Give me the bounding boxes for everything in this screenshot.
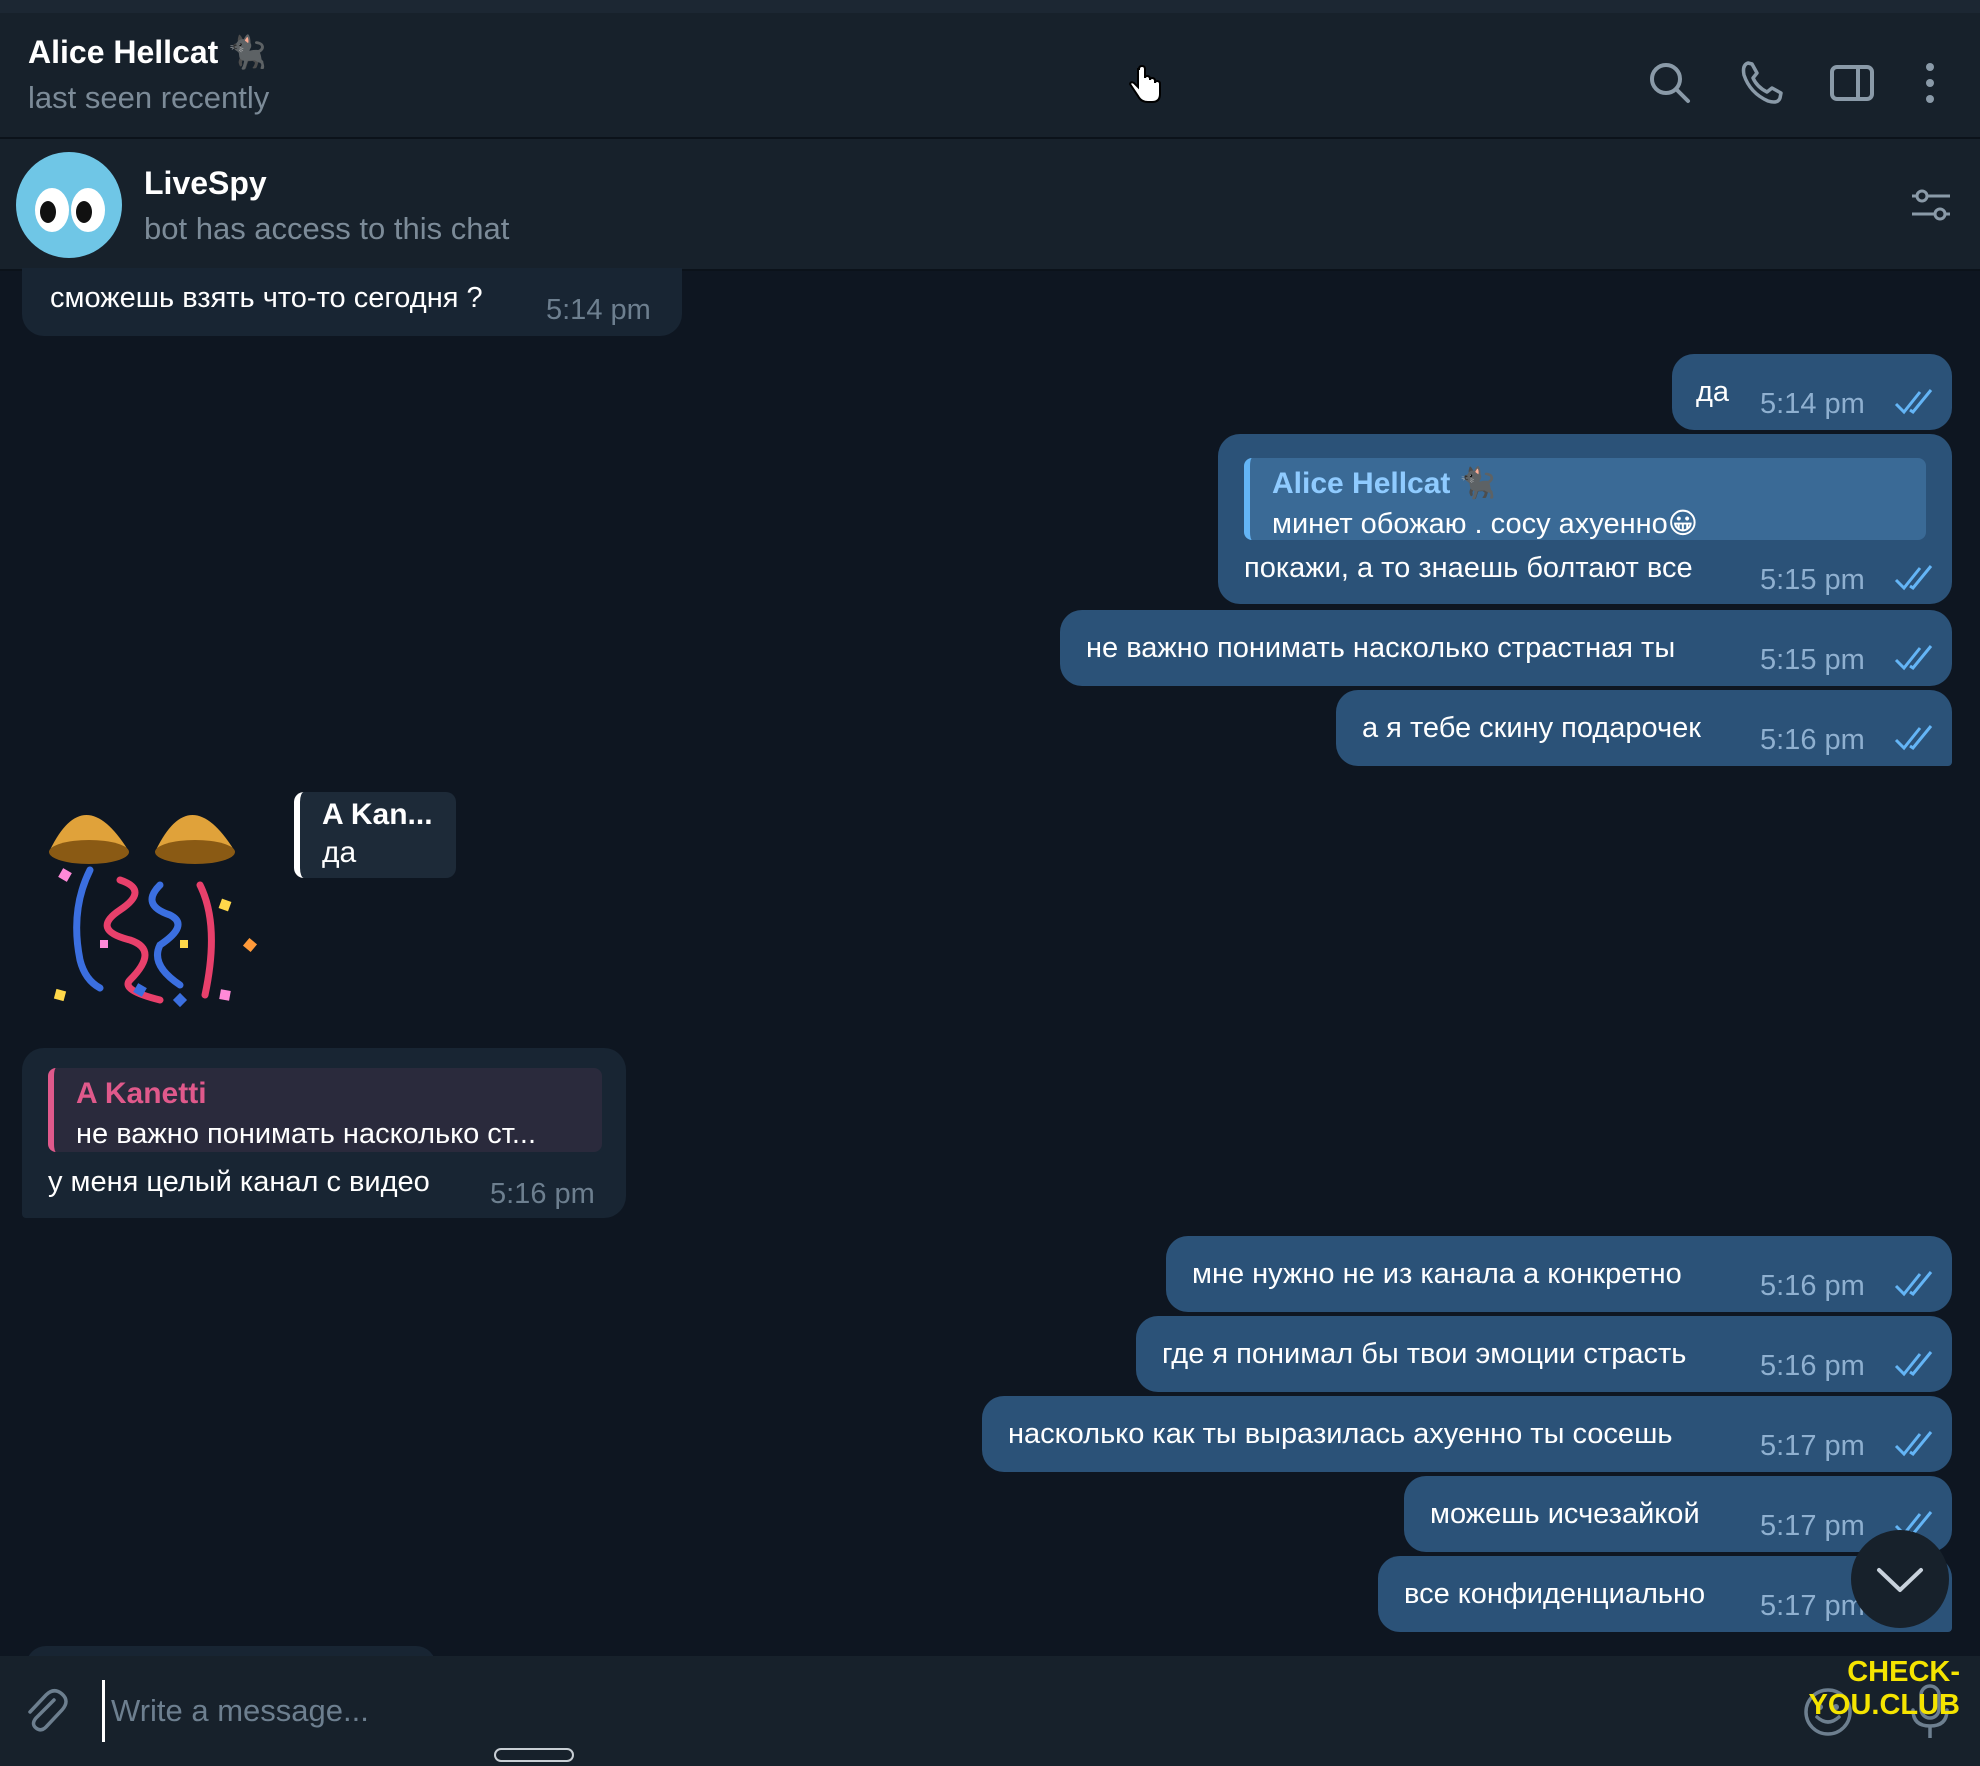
message-outgoing[interactable]: да 5:14 pm xyxy=(1672,354,1952,430)
message-outgoing[interactable]: насколько как ты выразилась ахуенно ты с… xyxy=(982,1396,1952,1472)
message-outgoing[interactable]: где я понимал бы твои эмоции страсть 5:1… xyxy=(1136,1316,1952,1392)
message-time: 5:14 pm xyxy=(1760,388,1865,420)
bot-name: LiveSpy xyxy=(144,165,267,201)
message-text: покажи, а то знаешь болтают все xyxy=(1244,552,1693,584)
chat-title[interactable]: Alice Hellcat 🐈‍⬛ xyxy=(28,33,267,71)
double-check-icon xyxy=(1894,725,1933,751)
reply-author: A Kan... xyxy=(322,798,433,831)
message-text: мне нужно не из канала а конкретно xyxy=(1192,1258,1682,1290)
bot-subtitle: bot has access to this chat xyxy=(144,211,510,246)
reply-quote[interactable]: Alice Hellcat 🐈‍⬛ минет обожаю . сосу ах… xyxy=(1244,458,1926,540)
quote-text: минет обожаю . сосу ахуенно😀 xyxy=(1272,508,1698,540)
eyes-icon xyxy=(35,188,105,232)
message-outgoing[interactable]: не важно понимать насколько страстная ты… xyxy=(1060,610,1952,686)
message-text: да xyxy=(1696,376,1730,408)
filter-icon[interactable] xyxy=(1908,182,1954,228)
watermark: CHECK-YOU.CLUB xyxy=(1808,1656,1960,1721)
double-check-icon xyxy=(1894,565,1933,591)
double-check-icon xyxy=(1894,645,1933,671)
double-check-icon xyxy=(1894,389,1933,415)
sidebar-toggle-icon[interactable] xyxy=(1822,53,1882,113)
double-check-icon xyxy=(1894,1351,1933,1377)
message-text: все конфиденциально xyxy=(1404,1578,1706,1610)
message-outgoing-reply[interactable]: Alice Hellcat 🐈‍⬛ минет обожаю . сосу ах… xyxy=(1218,434,1952,604)
party-popper-sticker[interactable] xyxy=(40,790,270,1020)
message-text: не важно понимать насколько страстная ты xyxy=(1086,632,1676,664)
message-time: 5:16 pm xyxy=(1760,1270,1865,1302)
more-icon[interactable] xyxy=(1900,53,1960,113)
message-outgoing[interactable]: а я тебе скину подарочек 5:16 pm xyxy=(1336,690,1952,766)
message-text: насколько как ты выразилась ахуенно ты с… xyxy=(1008,1418,1673,1450)
message-text: а я тебе скину подарочек xyxy=(1362,712,1701,744)
quote-text: не важно понимать насколько ст... xyxy=(76,1118,537,1150)
message-time: 5:16 pm xyxy=(1760,724,1865,756)
message-time: 5:17 pm xyxy=(1760,1510,1865,1542)
message-text: можешь исчезайкой xyxy=(1430,1498,1700,1530)
message-time: 5:14 pm xyxy=(546,294,651,326)
quote-author: Alice Hellcat 🐈‍⬛ xyxy=(1272,467,1497,500)
message-incoming-reply[interactable]: A Kanetti не важно понимать насколько ст… xyxy=(22,1048,626,1218)
message-time: 5:17 pm xyxy=(1760,1430,1865,1462)
message-time: 5:17 pm xyxy=(1760,1590,1865,1622)
bot-access-bar[interactable]: LiveSpy bot has access to this chat xyxy=(0,139,1980,271)
chevron-down-icon xyxy=(1877,1568,1923,1592)
message-text: где я понимал бы твои эмоции страсть xyxy=(1162,1338,1687,1370)
search-icon[interactable] xyxy=(1640,53,1700,113)
message-text: сможешь взять что-то сегодня ? xyxy=(50,282,483,314)
reply-text: да xyxy=(322,836,357,869)
chat-status: last seen recently xyxy=(28,80,270,115)
double-check-icon xyxy=(1894,1431,1933,1457)
reply-quote[interactable]: A Kanetti не важно понимать насколько ст… xyxy=(48,1068,602,1152)
hand-cursor-icon xyxy=(1128,65,1161,103)
paperclip-icon[interactable] xyxy=(20,1686,70,1736)
message-time: 5:15 pm xyxy=(1760,644,1865,676)
double-check-icon xyxy=(1894,1271,1933,1297)
message-input[interactable] xyxy=(102,1680,1763,1742)
message-text: у меня целый канал с видео xyxy=(48,1166,430,1198)
bot-avatar xyxy=(16,152,122,258)
sticker-reply-quote[interactable]: A Kan... да xyxy=(294,792,456,878)
window-top-strip xyxy=(0,0,1980,13)
scroll-to-bottom-button[interactable] xyxy=(1851,1530,1949,1628)
message-outgoing[interactable]: мне нужно не из канала а конкретно 5:16 … xyxy=(1166,1236,1952,1312)
phone-icon[interactable] xyxy=(1732,53,1792,113)
home-indicator xyxy=(494,1748,574,1762)
quote-author: A Kanetti xyxy=(76,1077,207,1110)
composer-bar xyxy=(0,1656,1980,1766)
message-time: 5:15 pm xyxy=(1760,564,1865,596)
message-time: 5:16 pm xyxy=(490,1178,595,1210)
message-incoming[interactable]: сможешь взять что-то сегодня ? 5:14 pm xyxy=(22,268,682,336)
message-time: 5:16 pm xyxy=(1760,1350,1865,1382)
chat-header[interactable]: Alice Hellcat 🐈‍⬛ last seen recently xyxy=(0,13,1980,139)
